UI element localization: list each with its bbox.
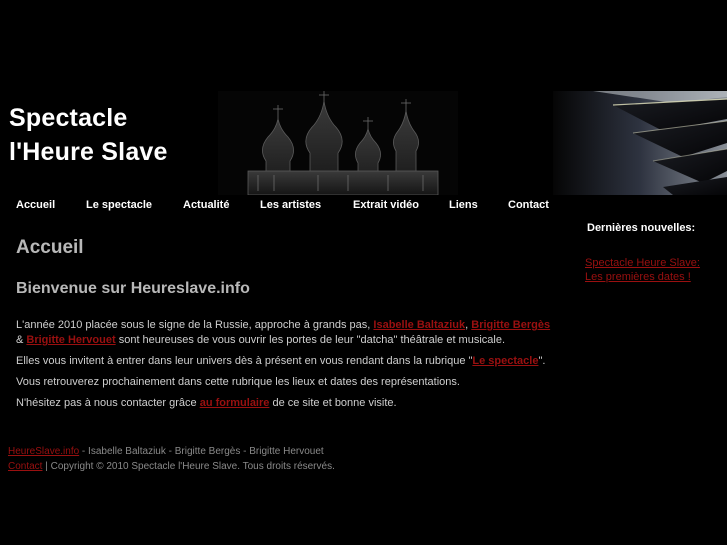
link-brigitte-hervouet[interactable]: Brigitte Hervouet — [26, 334, 115, 346]
link-le-spectacle[interactable]: Le spectacle — [472, 355, 538, 367]
link-brigitte-berges[interactable]: Brigitte Bergès — [471, 319, 550, 331]
welcome-heading: Bienvenue sur Heureslave.info — [16, 280, 250, 297]
onion-domes-image — [218, 91, 458, 195]
invite-paragraph: Elles vous invitent à entrer dans leur u… — [16, 354, 576, 369]
footer-line1: HeureSlave.info - Isabelle Baltaziuk - B… — [8, 444, 335, 459]
footer-line2: Contact | Copyright © 2010 Spectacle l'H… — [8, 459, 335, 474]
nav-contact[interactable]: Contact — [508, 199, 549, 211]
nav-le-spectacle[interactable]: Le spectacle — [86, 199, 152, 211]
contact-paragraph: N'hésitez pas à nous contacter grâce au … — [16, 396, 576, 411]
site-title-line1: Spectacle — [9, 104, 128, 132]
page-title: Accueil — [16, 237, 84, 258]
site-title: Spectacle l'Heure Slave — [9, 101, 168, 169]
nav-accueil[interactable]: Accueil — [16, 199, 55, 211]
dates-paragraph: Vous retrouverez prochainement dans cett… — [16, 376, 460, 388]
site-title-line2: l'Heure Slave — [9, 138, 168, 166]
nav-extrait-video[interactable]: Extrait vidéo — [353, 199, 419, 211]
nav-les-artistes[interactable]: Les artistes — [260, 199, 321, 211]
footer-contact-link[interactable]: Contact — [8, 461, 42, 472]
nav-liens[interactable]: Liens — [449, 199, 478, 211]
intro-paragraph: L'année 2010 placée sous le signe de la … — [16, 318, 576, 348]
p1-sep2: & — [16, 334, 27, 346]
p2-text-before: Elles vous invitent à entrer dans leur u… — [16, 355, 473, 367]
footer-copyright-text: | Copyright © 2010 Spectacle l'Heure Sla… — [42, 461, 335, 472]
footer-site-link[interactable]: HeureSlave.info — [8, 446, 79, 457]
nav-actualite[interactable]: Actualité — [183, 199, 229, 211]
p1-text-after: sont heureuses de vous ouvrir les portes… — [115, 334, 506, 346]
footer-artists-text: - Isabelle Baltaziuk - Brigitte Bergès -… — [79, 446, 324, 457]
p1-text-before: L'année 2010 placée sous le signe de la … — [16, 319, 374, 331]
link-formulaire[interactable]: au formulaire — [200, 397, 270, 409]
main-navigation: Accueil Le spectacle Actualité Les artis… — [0, 195, 568, 217]
link-isabelle-baltaziuk[interactable]: Isabelle Baltaziuk — [373, 319, 465, 331]
sidebar-title: Dernières nouvelles: — [587, 222, 696, 234]
site-footer: HeureSlave.info - Isabelle Baltaziuk - B… — [8, 444, 335, 474]
site-header: Spectacle l'Heure Slave — [0, 91, 727, 195]
p4-text-after: de ce site et bonne visite. — [269, 397, 397, 409]
p4-text-before: N'hésitez pas à nous contacter grâce — [16, 397, 200, 409]
p2-text-after: ". — [538, 355, 546, 367]
news-link-premieres-dates[interactable]: Spectacle Heure Slave: Les premières dat… — [585, 256, 720, 284]
piano-keys-image — [553, 91, 727, 195]
